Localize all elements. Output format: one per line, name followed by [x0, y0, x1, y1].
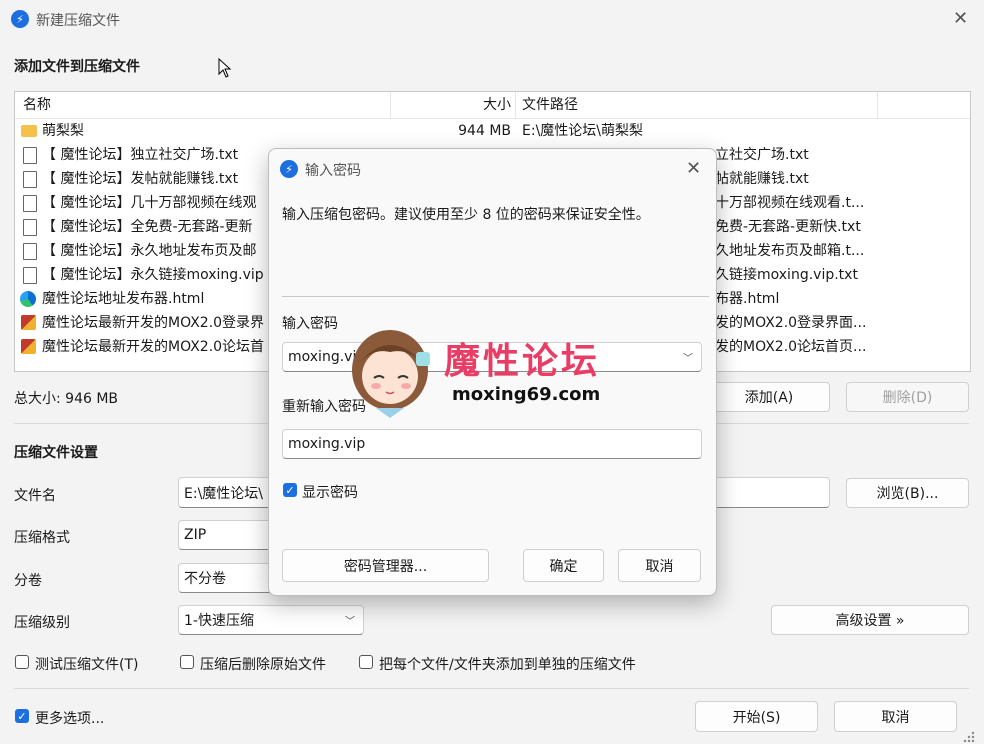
bandizip-icon: ⚡: [11, 10, 29, 28]
level-value: 1-快速压缩: [184, 613, 254, 629]
text-file-icon: [23, 243, 37, 260]
column-separator[interactable]: [390, 92, 391, 118]
file-size: 944 MB: [458, 123, 511, 139]
level-label: 压缩级别: [14, 615, 70, 631]
file-path: 帖就能赚钱.txt: [715, 171, 809, 187]
file-path: 十万部视频在线观看.t...: [715, 195, 865, 211]
reenter-password-input[interactable]: moxing.vip: [282, 429, 702, 459]
file-path: 久链接moxing.vip.txt: [715, 267, 858, 283]
delete-after-label[interactable]: 压缩后删除原始文件: [200, 654, 326, 674]
password-label: 输入密码: [282, 316, 338, 332]
chevron-down-icon: ﹀: [345, 616, 355, 628]
split-label: 分卷: [14, 573, 42, 589]
start-button[interactable]: 开始(S): [695, 701, 818, 732]
file-list-header: 名称 大小 文件路径: [15, 92, 970, 119]
file-path: 久地址发布页及邮箱.t...: [715, 243, 865, 259]
archive-icon: [21, 339, 36, 354]
separate-archives-checkbox[interactable]: [359, 655, 373, 669]
chevron-down-icon[interactable]: ﹀: [683, 350, 693, 365]
resize-grip-icon[interactable]: [962, 730, 976, 742]
delete-button[interactable]: 删除(D): [846, 382, 969, 412]
file-path: 发的MOX2.0登录界面...: [715, 315, 867, 331]
text-file-icon: [23, 147, 37, 164]
more-options-checkbox[interactable]: ✓: [15, 709, 29, 723]
close-icon[interactable]: ✕: [686, 160, 701, 178]
more-options-label[interactable]: 更多选项...: [35, 708, 104, 728]
mouse-cursor-icon: [218, 58, 232, 78]
file-name: 萌梨梨: [42, 123, 84, 139]
column-header-size[interactable]: 大小: [455, 93, 511, 117]
file-path: 发的MOX2.0论坛首页...: [715, 339, 867, 355]
format-label: 压缩格式: [14, 530, 70, 546]
close-icon[interactable]: ✕: [953, 10, 968, 28]
browse-button[interactable]: 浏览(B)...: [846, 478, 969, 508]
edge-icon: [20, 291, 36, 307]
filename-label: 文件名: [14, 488, 56, 504]
dialog-title: 输入密码: [305, 163, 361, 179]
folder-icon: [21, 125, 37, 137]
dialog-cancel-button[interactable]: 取消: [618, 549, 701, 582]
file-path: 布器.html: [715, 291, 780, 307]
archive-icon: [21, 315, 36, 330]
show-password-checkbox[interactable]: ✓: [283, 483, 297, 497]
file-path: 立社交广场.txt: [715, 147, 809, 163]
split-value: 不分卷: [184, 571, 226, 587]
title-bar: ⚡ 新建压缩文件 ✕: [0, 0, 984, 38]
test-archive-checkbox[interactable]: [15, 655, 29, 669]
file-path: 免费-无套路-更新快.txt: [715, 219, 861, 235]
password-manager-button[interactable]: 密码管理器...: [282, 549, 489, 582]
column-header-path[interactable]: 文件路径: [522, 93, 578, 117]
divider: [14, 688, 969, 689]
delete-after-checkbox[interactable]: [180, 655, 194, 669]
text-file-icon: [23, 267, 37, 284]
text-file-icon: [23, 219, 37, 236]
format-value: ZIP: [184, 527, 207, 543]
show-password-label[interactable]: 显示密码: [302, 482, 358, 502]
text-file-icon: [23, 171, 37, 188]
mascot-logo: [352, 330, 430, 418]
watermark-title: 魔性论坛: [444, 341, 601, 382]
watermark: 魔性论坛 moxing69.com: [346, 322, 616, 422]
watermark-url: moxing69.com: [452, 384, 601, 405]
test-archive-label[interactable]: 测试压缩文件(T): [35, 654, 138, 674]
divider: [282, 296, 709, 297]
add-files-heading: 添加文件到压缩文件: [14, 59, 140, 75]
column-separator[interactable]: [877, 92, 878, 118]
file-path: E:\魔性论坛\萌梨梨: [522, 123, 643, 139]
settings-heading: 压缩文件设置: [14, 445, 98, 461]
bandizip-icon: ⚡: [280, 160, 298, 178]
window-title: 新建压缩文件: [36, 13, 120, 29]
cancel-button[interactable]: 取消: [834, 701, 957, 732]
column-separator[interactable]: [515, 92, 516, 118]
advanced-settings-button[interactable]: 高级设置 »: [771, 605, 969, 635]
list-item[interactable]: 萌梨梨 944 MB E:\魔性论坛\萌梨梨: [15, 119, 970, 143]
level-select[interactable]: 1-快速压缩 ﹀: [178, 605, 364, 635]
total-size-label: 总大小: 946 MB: [14, 391, 119, 407]
dialog-description: 输入压缩包密码。建议使用至少 8 位的密码来保证安全性。: [282, 207, 650, 223]
text-file-icon: [23, 195, 37, 212]
ok-button[interactable]: 确定: [523, 549, 604, 582]
add-button[interactable]: 添加(A): [708, 382, 830, 412]
separate-archives-label[interactable]: 把每个文件/文件夹添加到单独的压缩文件: [379, 654, 636, 674]
column-header-name[interactable]: 名称: [23, 93, 51, 117]
